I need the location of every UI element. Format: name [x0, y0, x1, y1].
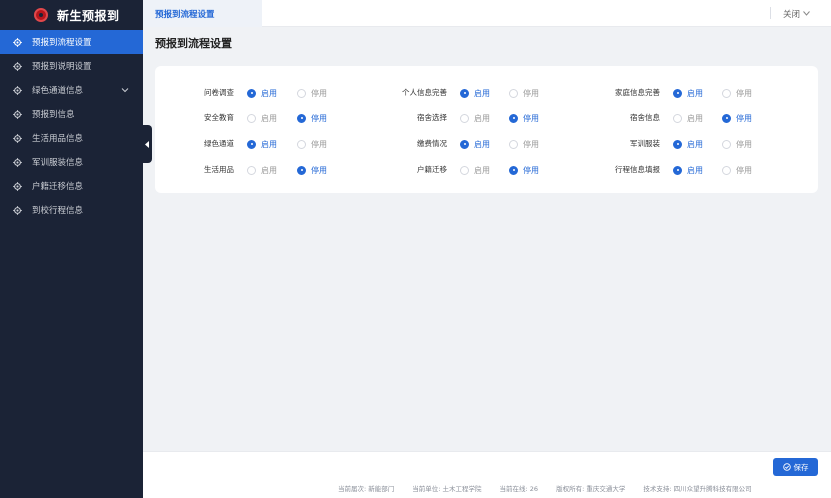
footer-item: 当前在线: 26 — [499, 485, 539, 493]
footer-item: 当前届次: 新能部门 — [338, 485, 395, 493]
sidebar-item[interactable]: 预报到说明设置 — [0, 54, 143, 78]
setting-field: 行程信息填报 启用 停用 — [155, 163, 818, 177]
radio-label: 停用 — [736, 113, 752, 123]
radio-enable[interactable]: 启用 — [673, 163, 703, 177]
app-title: 新生预报到 — [57, 8, 120, 23]
sidebar-item-label: 预报到流程设置 — [32, 38, 92, 48]
radio-label: 启用 — [687, 139, 703, 149]
radio-dot-icon — [722, 88, 731, 98]
sidebar-menu: 预报到流程设置 预报到说明设置 绿色通道信息 预报到信息生活用品信息 军训服装信息 户籍迁… — [0, 30, 143, 222]
radio-label: 停用 — [736, 88, 752, 98]
sidebar-item[interactable]: 生活用品信息 — [0, 126, 143, 150]
gear-icon — [13, 37, 22, 47]
radio-disable[interactable]: 停用 — [722, 86, 752, 100]
gear-icon — [13, 205, 22, 215]
setting-field: 军训服装 启用 停用 — [155, 137, 818, 151]
radio-label: 启用 — [687, 113, 703, 123]
gear-icon — [13, 157, 22, 167]
radio-dot-icon — [673, 88, 682, 98]
gear-icon — [13, 133, 22, 143]
tab-process-settings[interactable]: 预报到流程设置 — [143, 0, 262, 27]
radio-dot-icon — [722, 139, 731, 149]
setting-label: 家庭信息完善 — [615, 88, 660, 97]
footer-item: 当前单位: 土木工程学院 — [412, 485, 482, 493]
gear-icon — [13, 85, 22, 95]
topbar: 预报到流程设置 关闭 — [143, 0, 831, 27]
sidebar-item[interactable]: 军训服装信息 — [0, 150, 143, 174]
sidebar-collapse-handle[interactable] — [143, 125, 152, 163]
radio-dot-icon — [722, 165, 731, 175]
sidebar-item[interactable]: 绿色通道信息 — [0, 78, 143, 102]
gear-icon — [13, 109, 22, 119]
sidebar-item[interactable]: 到校行程信息 — [0, 198, 143, 222]
divider — [770, 7, 771, 19]
sidebar-item-label: 军训服装信息 — [32, 158, 84, 168]
radio-dot-icon — [673, 139, 682, 149]
sidebar-item-label: 生活用品信息 — [32, 134, 84, 144]
radio-dot-icon — [673, 113, 682, 123]
radio-label: 启用 — [687, 165, 703, 175]
setting-label: 军训服装 — [630, 139, 660, 148]
sidebar-item-label: 预报到信息 — [32, 110, 75, 120]
gear-icon — [13, 61, 22, 71]
setting-label: 宿舍信息 — [630, 113, 660, 122]
sidebar-item-label: 预报到说明设置 — [32, 62, 92, 72]
radio-enable[interactable]: 启用 — [673, 111, 703, 125]
save-label: 保存 — [793, 462, 809, 472]
brand: 新生预报到 — [0, 0, 143, 30]
logo-icon — [34, 8, 48, 22]
setting-label: 行程信息填报 — [615, 165, 660, 174]
sidebar-item[interactable]: 预报到信息 — [0, 102, 143, 126]
footer-item: 技术支持: 四川众望升腾科技有限公司 — [643, 485, 752, 493]
radio-disable[interactable]: 停用 — [722, 137, 752, 151]
save-button[interactable]: 保存 — [773, 458, 818, 476]
radio-label: 停用 — [736, 165, 752, 175]
radio-disable[interactable]: 停用 — [722, 163, 752, 177]
sidebar-item[interactable]: 户籍迁移信息 — [0, 174, 143, 198]
radio-enable[interactable]: 启用 — [673, 137, 703, 151]
radio-dot-icon — [673, 165, 682, 175]
chevron-down-icon — [803, 11, 810, 16]
chevron-down-icon — [121, 86, 129, 94]
footer-item: 版权所有: 重庆交通大学 — [556, 485, 626, 493]
close-dropdown[interactable]: 关闭 — [783, 0, 810, 27]
radio-disable[interactable]: 停用 — [722, 111, 752, 125]
sidebar-item[interactable]: 预报到流程设置 — [0, 30, 143, 54]
sidebar: 新生预报到 预报到流程设置 预报到说明设置 绿色通道信息 预报到信息生活用品信息 军训服… — [0, 0, 143, 498]
setting-field: 宿舍信息 启用 停用 — [155, 111, 818, 125]
footer: 当前届次: 新能部门 当前单位: 土木工程学院 当前在线: 26 版权所有: 重庆交通… — [338, 483, 770, 493]
settings-card: 问卷调查 启用 停用 个人信息完善 启用 停用 家庭信息完善 启用 停用 安全教育 启用 停用 宿舍选择… — [155, 66, 818, 193]
sidebar-item-label: 到校行程信息 — [32, 206, 84, 216]
radio-enable[interactable]: 启用 — [673, 86, 703, 100]
radio-label: 启用 — [687, 88, 703, 98]
check-circle-icon — [782, 463, 791, 471]
gear-icon — [13, 181, 22, 191]
close-label: 关闭 — [783, 9, 801, 20]
setting-field: 家庭信息完善 启用 停用 — [155, 86, 818, 100]
sidebar-item-label: 绿色通道信息 — [32, 86, 84, 96]
sidebar-item-label: 户籍迁移信息 — [32, 182, 84, 192]
tab-label: 预报到流程设置 — [155, 9, 215, 20]
page-title: 预报到流程设置 — [155, 37, 232, 50]
chevron-left-icon — [145, 140, 149, 148]
radio-label: 停用 — [736, 139, 752, 149]
radio-dot-icon — [722, 113, 731, 123]
